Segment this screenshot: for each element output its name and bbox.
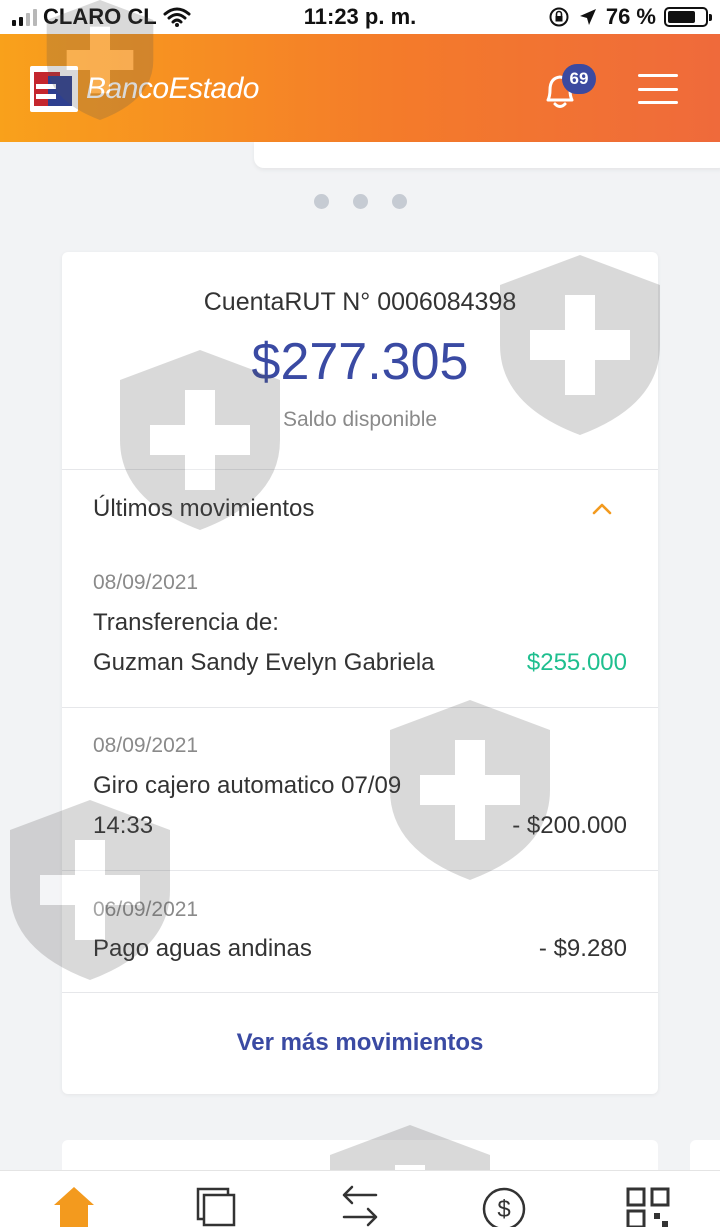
- balance-label: Saldo disponible: [282, 408, 438, 431]
- movement-date: 08/09/2021: [93, 734, 199, 757]
- movement-description: Pago aguas andinas: [93, 935, 312, 962]
- movement-amount: - $200.000: [512, 812, 627, 839]
- carousel-pagination[interactable]: [0, 194, 720, 209]
- movement-date: 06/09/2021: [93, 898, 199, 921]
- qr-icon[interactable]: [624, 1183, 672, 1227]
- movement-description-detail: 14:33: [93, 812, 154, 839]
- movements-title: Últimos movimientos: [93, 495, 315, 522]
- cards-icon[interactable]: [192, 1183, 240, 1227]
- divider: [62, 870, 658, 871]
- pagination-dot[interactable]: [313, 194, 329, 209]
- status-bar: CLARO CL 11:23 p. m. 76 %: [0, 0, 720, 34]
- bottom-navigation: $: [0, 1170, 720, 1228]
- transfer-icon[interactable]: [336, 1183, 384, 1227]
- movement-description: Transferencia de:: [93, 609, 279, 636]
- divider: [62, 707, 658, 708]
- chevron-up-icon[interactable]: [590, 500, 614, 516]
- account-card: CuentaRUT N° 0006084398 $277.305 Saldo d…: [62, 252, 658, 1094]
- bank-logo-icon: [30, 66, 78, 112]
- movement-amount: - $9.280: [538, 935, 627, 962]
- movement-amount: $255.000: [526, 649, 627, 676]
- app-header: BancoEstado 69: [0, 34, 720, 142]
- account-balance: $277.305: [251, 333, 469, 391]
- brand-name: BancoEstado: [86, 72, 259, 105]
- home-icon[interactable]: [50, 1183, 98, 1227]
- location-icon: [579, 9, 596, 25]
- previous-carousel-card: [254, 142, 720, 168]
- pagination-dot[interactable]: [352, 194, 368, 209]
- notification-badge[interactable]: 69: [562, 64, 596, 94]
- account-number: CuentaRUT N° 0006084398: [203, 288, 517, 316]
- divider: [62, 469, 658, 470]
- movement-description: Giro cajero automatico 07/09: [93, 772, 402, 799]
- divider: [62, 992, 658, 993]
- svg-text:$: $: [497, 1196, 510, 1223]
- pagination-dot[interactable]: [391, 194, 407, 209]
- brand-logo[interactable]: BancoEstado: [30, 66, 259, 112]
- payments-icon[interactable]: $: [480, 1183, 528, 1227]
- more-movements-link[interactable]: Ver más movimientos: [62, 1029, 658, 1057]
- battery-percent: 76 %: [605, 4, 656, 29]
- lock-rotation-icon: [549, 7, 569, 27]
- battery-icon: [664, 7, 712, 27]
- hamburger-menu-icon[interactable]: [638, 74, 678, 104]
- movement-description-detail: Guzman Sandy Evelyn Gabriela: [93, 649, 435, 676]
- movement-date: 08/09/2021: [93, 571, 199, 594]
